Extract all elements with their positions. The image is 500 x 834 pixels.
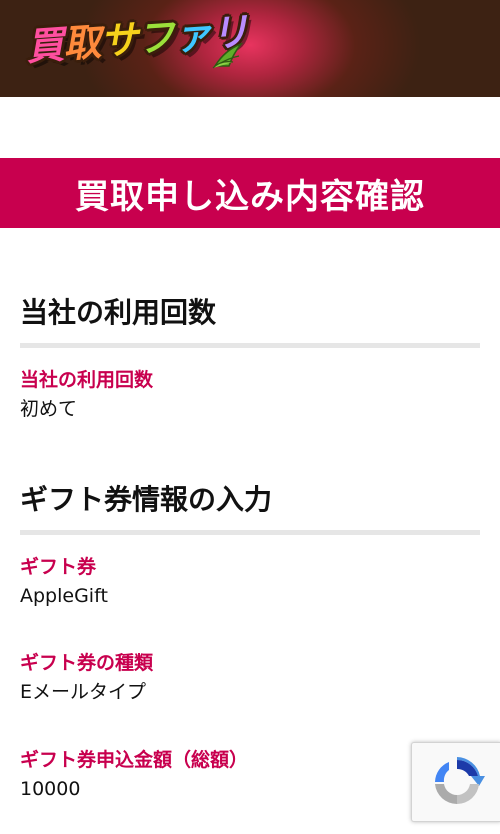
logo-char: 取 xyxy=(61,19,102,67)
field-gift-card-amount: ギフト券申込金額（総額） 10000 xyxy=(20,748,460,802)
field-label: ギフト券の種類 xyxy=(20,652,154,674)
palm-leaf-icon xyxy=(212,42,244,69)
section-usage-count: 当社の利用回数 xyxy=(20,291,480,348)
site-header: 買取サファリ xyxy=(0,0,500,97)
section-heading: ギフト券情報の入力 xyxy=(20,483,273,516)
field-value: Eメールタイプ xyxy=(20,681,147,703)
logo-char: ァ xyxy=(172,12,213,59)
logo-char: サ xyxy=(98,17,139,64)
field-label: ギフト券申込金額（総額） xyxy=(20,749,249,771)
recaptcha-icon xyxy=(434,757,485,805)
section-gift-card-info: ギフト券情報の入力 xyxy=(20,478,480,535)
field-usage-count: 当社の利用回数 初めて xyxy=(20,368,460,422)
field-gift-card-type: ギフト券の種類 Eメールタイプ xyxy=(20,651,460,705)
field-value: 10000 xyxy=(20,778,81,800)
logo-char: 買 xyxy=(24,22,65,69)
field-label: 当社の利用回数 xyxy=(20,369,154,391)
section-divider xyxy=(20,530,480,535)
field-value: 初めて xyxy=(20,398,78,420)
field-gift-card: ギフト券 AppleGift xyxy=(20,555,460,609)
recaptcha-badge[interactable] xyxy=(411,742,500,822)
logo-char: フ xyxy=(135,14,176,62)
site-logo[interactable]: 買取サファリ xyxy=(22,10,250,78)
section-divider xyxy=(20,343,480,348)
section-heading: 当社の利用回数 xyxy=(20,296,217,329)
page-title-bar: 買取申し込み内容確認 xyxy=(0,158,500,228)
page-title: 買取申し込み内容確認 xyxy=(75,176,425,217)
field-label: ギフト券 xyxy=(20,556,97,578)
field-value: AppleGift xyxy=(20,585,108,607)
